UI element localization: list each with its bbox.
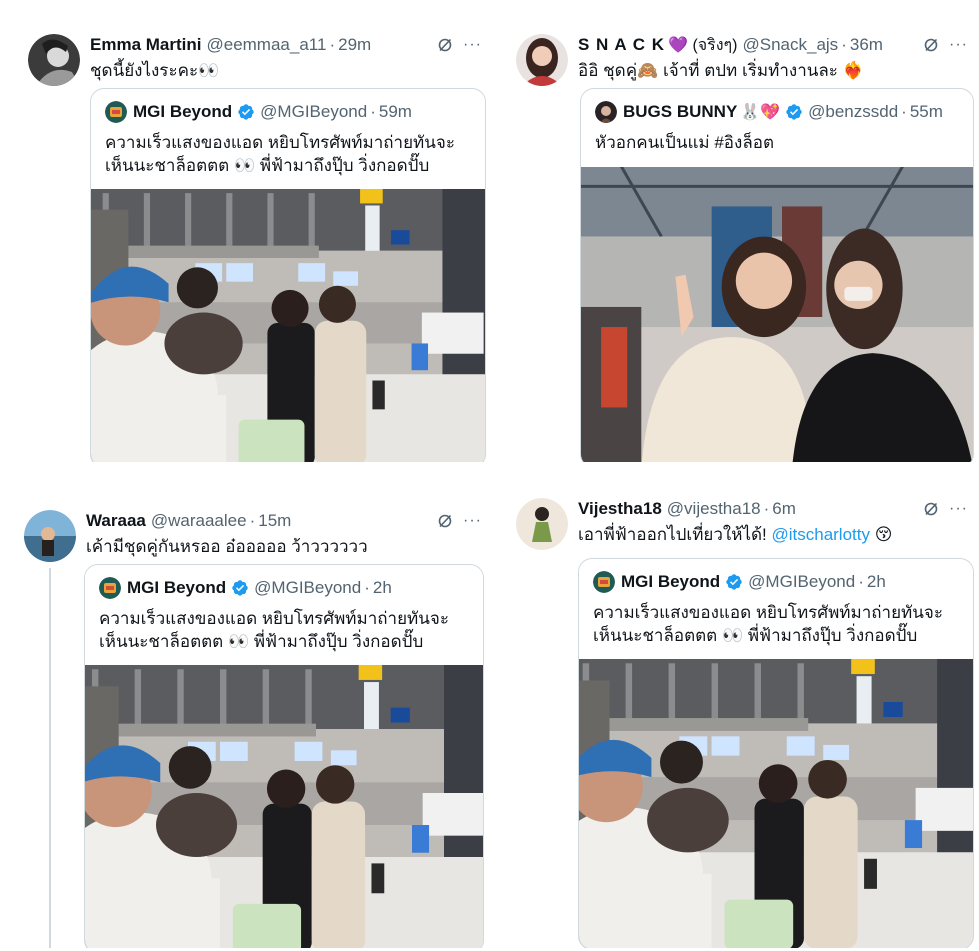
more-icon[interactable]: ··· xyxy=(463,37,482,53)
quote-video[interactable] xyxy=(91,189,485,462)
quote-text-line: ความเร็วแสงของแอด หยิบโทรศัพท์มาถ่ายทันจ… xyxy=(593,603,943,622)
quote-avatar xyxy=(593,571,615,593)
quote-author-handle: @benzssdd xyxy=(808,102,899,121)
quote-text: ความเร็วแสงของแอด หยิบโทรศัพท์มาถ่ายทันจ… xyxy=(593,601,963,647)
quote-timestamp: 55m xyxy=(909,102,943,121)
quote-text-line: เห็นนะชาล็อตตต 👀 พี่ฟ้ามาถึงปุ๊บ วิ่งกอด… xyxy=(593,626,918,645)
timestamp[interactable]: 29m xyxy=(338,35,371,55)
quote-video[interactable] xyxy=(85,665,483,948)
quote-timestamp: 2h xyxy=(866,572,886,591)
separator-dot: · xyxy=(249,511,256,530)
grok-icon[interactable] xyxy=(923,501,939,517)
tweet-text: เค้ามีชุดคู่กันหรออ อ๋อออออ ว้าวววววว xyxy=(86,537,368,556)
verified-icon xyxy=(785,103,803,121)
grok-icon[interactable] xyxy=(923,37,939,53)
avatar[interactable] xyxy=(516,34,568,86)
separator-dot: · xyxy=(841,35,847,54)
quote-author-name: MGI Beyond xyxy=(133,102,233,121)
separator-dot: · xyxy=(364,578,370,597)
separator-dot: · xyxy=(858,572,864,591)
tweet-text: ชุดนี้ยังไงระคะ👀 xyxy=(90,61,220,80)
timestamp[interactable]: 15m xyxy=(258,511,291,531)
quote-author-handle: @MGIBeyond xyxy=(748,572,856,591)
tweet-text-emoji: 😚 xyxy=(870,525,893,544)
quote-header: MGI Beyond @MGIBeyond · 59m xyxy=(105,101,475,123)
verified-icon xyxy=(231,579,249,597)
quote-timestamp: 2h xyxy=(372,578,392,597)
author-name[interactable]: Vijestha18 xyxy=(578,499,662,519)
quote-text-line: เห็นนะชาล็อตตต 👀 พี่ฟ้ามาถึงปุ๊บ วิ่งกอด… xyxy=(105,156,430,175)
quote-author-name: BUGS BUNNY xyxy=(623,102,738,121)
quote-author-handle: @MGIBeyond xyxy=(260,102,368,121)
separator-dot: · xyxy=(901,102,907,121)
quote-header: BUGS BUNNY 🐰💖 @benzssdd · 55m xyxy=(595,101,963,123)
quote-text-line: ความเร็วแสงของแอด หยิบโทรศัพท์มาถ่ายทันจ… xyxy=(105,133,455,152)
author-name[interactable]: Emma Martini xyxy=(90,35,201,55)
quote-text: ความเร็วแสงของแอด หยิบโทรศัพท์มาถ่ายทันจ… xyxy=(99,607,473,653)
tweet-card[interactable]: Emma Martini @eemmaa_a11 · 29m ··· ชุดนี… xyxy=(18,22,490,462)
avatar[interactable] xyxy=(24,510,76,562)
more-icon[interactable]: ··· xyxy=(949,501,968,517)
author-handle[interactable]: @vijestha18 xyxy=(667,499,761,519)
separator-dot: · xyxy=(370,102,376,121)
more-icon[interactable]: ··· xyxy=(463,513,482,529)
verified-icon xyxy=(725,573,743,591)
quote-avatar xyxy=(105,101,127,123)
quote-tweet[interactable]: MGI Beyond @MGIBeyond · 59m ความเร็วแสงข… xyxy=(90,88,486,462)
quote-video[interactable] xyxy=(579,659,973,948)
verified-icon xyxy=(237,103,255,121)
quote-author-name: MGI Beyond xyxy=(621,572,721,591)
quote-author-name: MGI Beyond xyxy=(127,578,227,597)
tweet-text: อิอิ ชุดคู่🙈 เจ้าที่ ตปท เริ่มทำงานละ ❤️… xyxy=(578,61,864,80)
quote-avatar xyxy=(595,101,617,123)
quote-author-emoji: 🐰💖 xyxy=(740,104,781,121)
tweet-header: Waraaa @waraaalee · 15m ··· xyxy=(86,510,482,532)
timestamp[interactable]: 36m xyxy=(850,35,883,55)
tweet-card[interactable]: Waraaa @waraaalee · 15m ··· เค้ามีชุดคู่… xyxy=(14,498,490,948)
quote-text: ความเร็วแสงของแอด หยิบโทรศัพท์มาถ่ายทันจ… xyxy=(105,131,475,177)
timestamp[interactable]: 6m xyxy=(772,499,796,519)
mention-link[interactable]: @itscharlotty xyxy=(771,525,870,544)
separator-dot: · xyxy=(763,499,770,518)
tweet-text-main: เอาพี่ฟ้าออกไปเที่ยวให้ได้! xyxy=(578,525,772,544)
tweet-text: เอาพี่ฟ้าออกไปเที่ยวให้ได้! @itscharlott… xyxy=(578,524,968,546)
quote-tweet[interactable]: MGI Beyond @MGIBeyond · 2h ความเร็วแสงขอ… xyxy=(578,558,974,948)
tweet-header: S N A C K 💜 (จริงๆ) @Snack_ajs · 36m ··· xyxy=(578,34,968,56)
quote-header: MGI Beyond @MGIBeyond · 2h xyxy=(99,577,473,599)
tweet-header: Emma Martini @eemmaa_a11 · 29m ··· xyxy=(90,34,482,56)
separator-dot: · xyxy=(329,35,336,54)
avatar[interactable] xyxy=(516,498,568,550)
thread-line xyxy=(49,568,51,948)
quote-text: หัวอกคนเป็นแม่ #อิงล็อต xyxy=(595,131,963,154)
grok-icon[interactable] xyxy=(437,37,453,53)
quote-text-line: หัวอกคนเป็นแม่ #อิงล็อต xyxy=(595,133,774,152)
quote-avatar xyxy=(99,577,121,599)
author-handle[interactable]: @eemmaa_a11 xyxy=(206,35,326,55)
tweet-header: Vijestha18 @vijestha18 · 6m ··· xyxy=(578,498,968,520)
tweet-card[interactable]: S N A C K 💜 (จริงๆ) @Snack_ajs · 36m ···… xyxy=(506,22,976,462)
grok-icon[interactable] xyxy=(437,513,453,529)
quote-text-line: เห็นนะชาล็อตตต 👀 พี่ฟ้ามาถึงปุ๊บ วิ่งกอด… xyxy=(99,632,424,651)
quote-author-handle: @MGIBeyond xyxy=(254,578,362,597)
tweet-card[interactable]: Vijestha18 @vijestha18 · 6m ··· เอาพี่ฟ้… xyxy=(506,486,976,948)
author-name[interactable]: S N A C K xyxy=(578,35,665,55)
quote-text-line: ความเร็วแสงของแอด หยิบโทรศัพท์มาถ่ายทันจ… xyxy=(99,609,449,628)
quote-timestamp: 59m xyxy=(378,102,412,121)
author-handle[interactable]: @Snack_ajs xyxy=(742,35,838,55)
quote-header: MGI Beyond @MGIBeyond · 2h xyxy=(593,571,963,593)
more-icon[interactable]: ··· xyxy=(949,37,968,53)
avatar[interactable] xyxy=(28,34,80,86)
quote-tweet[interactable]: MGI Beyond @MGIBeyond · 2h ความเร็วแสงขอ… xyxy=(84,564,484,948)
author-name-emoji: 💜 (จริงๆ) xyxy=(668,36,738,54)
author-handle[interactable]: @waraaalee xyxy=(151,511,247,531)
author-name[interactable]: Waraaa xyxy=(86,511,146,531)
quote-tweet[interactable]: BUGS BUNNY 🐰💖 @benzssdd · 55m หัวอกคนเป็… xyxy=(580,88,974,462)
quote-photo[interactable] xyxy=(581,167,973,462)
